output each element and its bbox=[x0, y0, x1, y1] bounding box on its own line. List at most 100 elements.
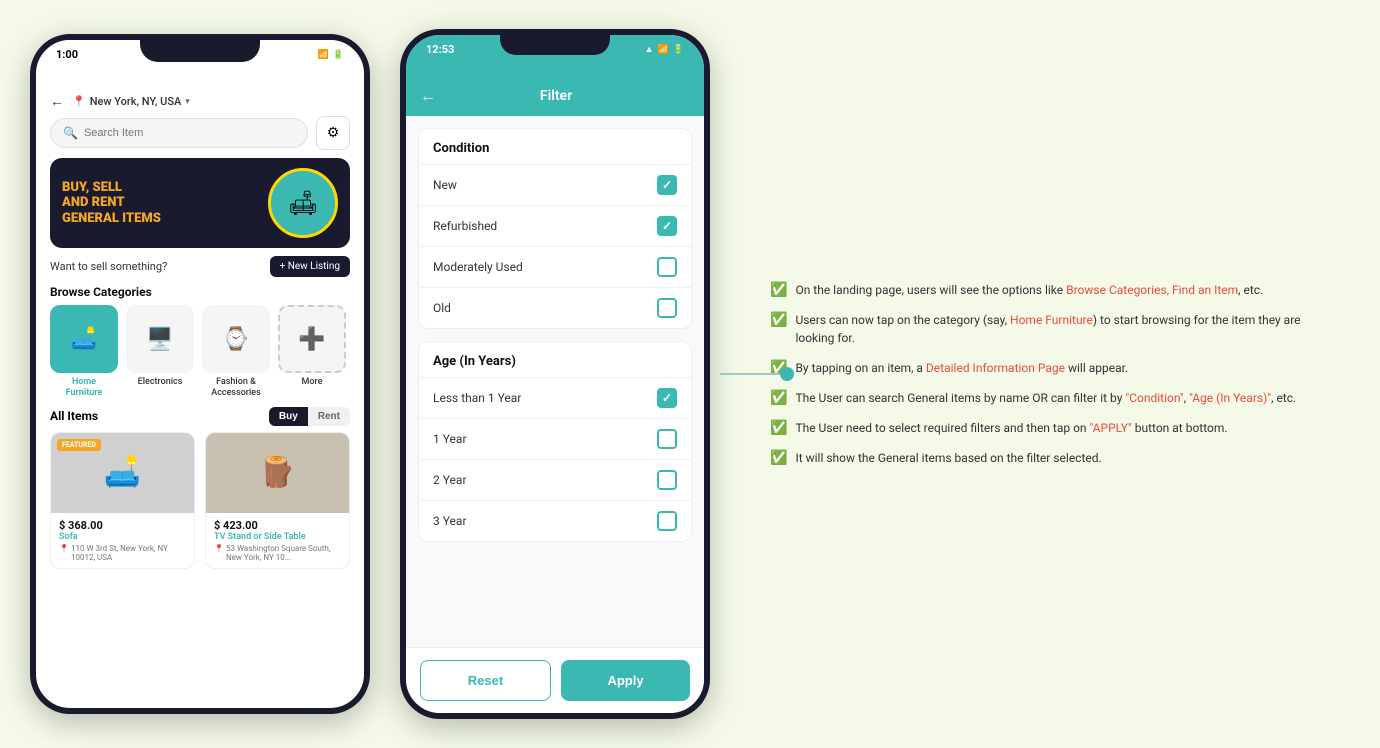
filter-row-1yr: 1 Year bbox=[419, 418, 691, 459]
phone1-header: ← 📍 New York, NY, USA ▾ 🔍 ⚙ bbox=[36, 65, 364, 158]
more-label: More bbox=[302, 377, 323, 388]
home-furniture-icon: 🛋️ bbox=[50, 305, 118, 373]
banner-image: 🛋 bbox=[268, 168, 338, 238]
condition-old-label: Old bbox=[433, 301, 451, 315]
fashion-label: Fashion &Accessories bbox=[211, 377, 260, 399]
battery-icon: 🔋 bbox=[333, 50, 344, 60]
age-1yr-label: 1 Year bbox=[433, 432, 467, 446]
rent-button[interactable]: Rent bbox=[308, 407, 350, 426]
phone2-frame: 12:53 ▲ 📶 🔋 ← Filter Condition New ✓ bbox=[400, 29, 710, 719]
annotation-text-2: Users can now tap on the category (say, … bbox=[795, 311, 1340, 347]
sofa-price: $ 368.00 bbox=[59, 519, 186, 532]
check-circle-icon-5: ✅ bbox=[770, 420, 787, 436]
condition-section: Condition New ✓ Refurbished ✓ Moderately… bbox=[418, 128, 692, 329]
location-text: New York, NY, USA bbox=[90, 95, 182, 108]
tvstand-name: TV Stand or Side Table bbox=[214, 532, 341, 542]
condition-old-checkbox[interactable] bbox=[657, 298, 677, 318]
products-list: FEATURED 🛋️ $ 368.00 Sofa 📍 110 W 3rd St… bbox=[36, 432, 364, 569]
annotation-item-5: ✅ The User need to select required filte… bbox=[770, 419, 1340, 437]
age-title: Age (In Years) bbox=[419, 342, 691, 377]
product-card-sofa[interactable]: FEATURED 🛋️ $ 368.00 Sofa 📍 110 W 3rd St… bbox=[50, 432, 195, 569]
category-more[interactable]: ➕ More bbox=[278, 305, 346, 399]
featured-badge: FEATURED bbox=[57, 439, 101, 451]
check-circle-icon-6: ✅ bbox=[770, 450, 787, 466]
age-2yr-checkbox[interactable] bbox=[657, 470, 677, 490]
age-less-1yr-label: Less than 1 Year bbox=[433, 391, 521, 405]
product-card-tvstand[interactable]: 🪵 $ 423.00 TV Stand or Side Table 📍 53 W… bbox=[205, 432, 350, 569]
annotation-item-2: ✅ Users can now tap on the category (say… bbox=[770, 311, 1340, 347]
filter-row-less-1yr: Less than 1 Year ✓ bbox=[419, 377, 691, 418]
condition-refurbished-checkbox[interactable]: ✓ bbox=[657, 216, 677, 236]
all-items-title: All Items bbox=[50, 409, 98, 423]
phone2-time: 12:53 bbox=[426, 43, 454, 56]
phone1-content: 1:00 📶 🔋 ← 📍 New York, NY, USA ▾ 🔍 bbox=[36, 40, 364, 708]
banner-highlight: GENERAL ITEMS bbox=[62, 211, 161, 226]
annotation-item-3: ✅ By tapping on an item, a Detailed Info… bbox=[770, 359, 1340, 377]
sofa-location: 📍 110 W 3rd St, New York, NY 10012, USA bbox=[59, 544, 186, 562]
filter-row-moderately-used: Moderately Used bbox=[419, 246, 691, 287]
location-pin-small2-icon: 📍 bbox=[214, 544, 224, 553]
phone2-body: Condition New ✓ Refurbished ✓ Moderately… bbox=[406, 116, 704, 647]
condition-new-checkbox[interactable]: ✓ bbox=[657, 175, 677, 195]
electronics-label: Electronics bbox=[138, 377, 183, 388]
banner-headline: BUY, SELL AND RENT GENERAL ITEMS bbox=[62, 180, 161, 227]
search-icon: 🔍 bbox=[63, 126, 78, 140]
phone2-signal-icon: ▲ bbox=[645, 44, 654, 55]
age-less-1yr-checkbox[interactable]: ✓ bbox=[657, 388, 677, 408]
age-1yr-checkbox[interactable] bbox=[657, 429, 677, 449]
search-input[interactable] bbox=[84, 127, 295, 139]
condition-new-label: New bbox=[433, 178, 457, 192]
filter-footer: Reset Apply bbox=[406, 647, 704, 713]
connector-line bbox=[720, 373, 780, 375]
annotation-item-1: ✅ On the landing page, users will see th… bbox=[770, 281, 1340, 299]
filter-row-3yr: 3 Year bbox=[419, 500, 691, 541]
new-listing-button[interactable]: + New Listing bbox=[270, 256, 350, 277]
phone1-status-icons: 📶 🔋 bbox=[318, 50, 344, 60]
sofa-name: Sofa bbox=[59, 532, 186, 542]
location-chevron-icon: ▾ bbox=[185, 97, 190, 107]
check-circle-icon-2: ✅ bbox=[770, 312, 787, 328]
tvstand-price: $ 423.00 bbox=[214, 519, 341, 532]
apply-button[interactable]: Apply bbox=[561, 660, 690, 701]
phone2-content: 12:53 ▲ 📶 🔋 ← Filter Condition New ✓ bbox=[406, 35, 704, 713]
age-section: Age (In Years) Less than 1 Year ✓ 1 Year… bbox=[418, 341, 692, 542]
age-3yr-checkbox[interactable] bbox=[657, 511, 677, 531]
condition-moderately-label: Moderately Used bbox=[433, 260, 523, 274]
filter-row-2yr: 2 Year bbox=[419, 459, 691, 500]
condition-title: Condition bbox=[419, 129, 691, 164]
phone1-nav: ← 📍 New York, NY, USA ▾ bbox=[50, 93, 350, 110]
annotations-list: ✅ On the landing page, users will see th… bbox=[770, 281, 1340, 467]
phone1-location[interactable]: 📍 New York, NY, USA ▾ bbox=[72, 95, 190, 108]
product-image-tvstand: 🪵 bbox=[206, 433, 349, 513]
phone2-wifi-icon: 📶 bbox=[658, 45, 669, 55]
more-icon: ➕ bbox=[278, 305, 346, 373]
category-home-furniture[interactable]: 🛋️ HomeFurniture bbox=[50, 305, 118, 399]
browse-categories-title: Browse Categories bbox=[36, 285, 364, 305]
filter-row-old: Old bbox=[419, 287, 691, 328]
banner-text: BUY, SELL AND RENT GENERAL ITEMS bbox=[62, 180, 161, 227]
annotation-text-5: The User need to select required filters… bbox=[795, 419, 1227, 437]
buy-button[interactable]: Buy bbox=[269, 407, 308, 426]
filter-button[interactable]: ⚙ bbox=[316, 116, 350, 150]
phone1-back-button[interactable]: ← bbox=[50, 93, 64, 110]
phone2-back-button[interactable]: ← bbox=[420, 86, 436, 106]
filter-row-new: New ✓ bbox=[419, 164, 691, 205]
sell-bar: Want to sell something? + New Listing bbox=[36, 248, 364, 285]
reset-button[interactable]: Reset bbox=[420, 660, 551, 701]
annotation-text-1: On the landing page, users will see the … bbox=[795, 281, 1263, 299]
category-electronics[interactable]: 🖥️ Electronics bbox=[126, 305, 194, 399]
category-fashion[interactable]: ⌚ Fashion &Accessories bbox=[202, 305, 270, 399]
phone1-time: 1:00 bbox=[56, 48, 78, 61]
location-pin-small-icon: 📍 bbox=[59, 544, 69, 553]
check-circle-icon-4: ✅ bbox=[770, 390, 787, 406]
connector-dot bbox=[780, 367, 794, 381]
filter-row-refurbished: Refurbished ✓ bbox=[419, 205, 691, 246]
product-info-sofa: $ 368.00 Sofa 📍 110 W 3rd St, New York, … bbox=[51, 513, 194, 568]
buy-rent-toggle: Buy Rent bbox=[269, 407, 350, 426]
condition-moderately-checkbox[interactable] bbox=[657, 257, 677, 277]
phone2-notch bbox=[500, 35, 610, 55]
location-pin-icon: 📍 bbox=[72, 95, 86, 108]
annotation-item-6: ✅ It will show the General items based o… bbox=[770, 449, 1340, 467]
phone1-search-box[interactable]: 🔍 bbox=[50, 118, 308, 148]
categories-list: 🛋️ HomeFurniture 🖥️ Electronics ⌚ Fashio… bbox=[36, 305, 364, 399]
